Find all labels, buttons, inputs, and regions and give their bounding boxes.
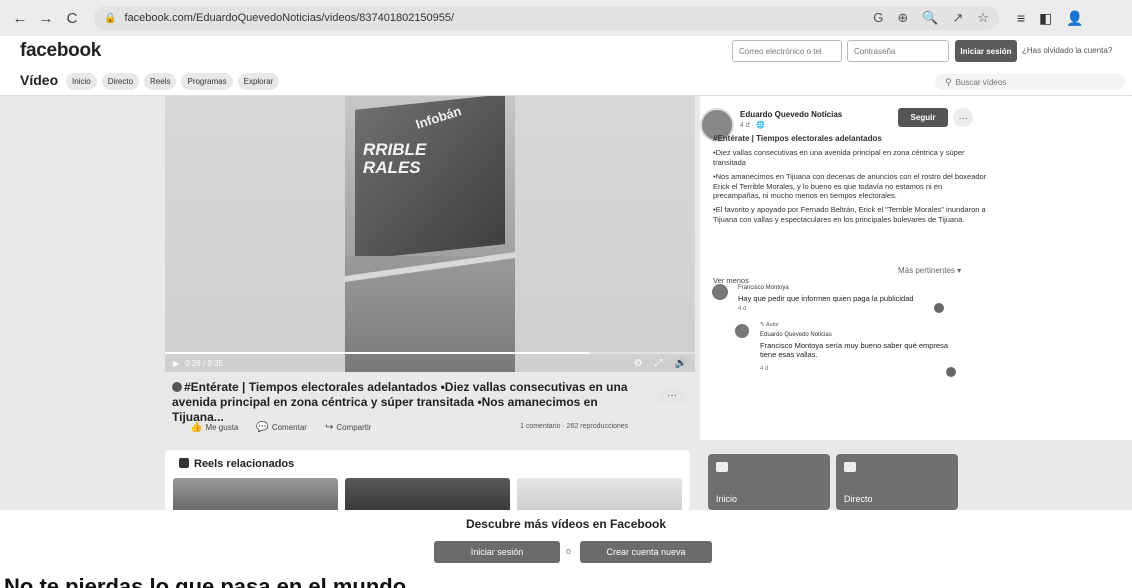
video-caption: #Entérate | Tiempos electorales adelanta… (172, 380, 652, 425)
related-reels-card: Reels relacionados (165, 450, 690, 510)
facebook-header: facebook Correo electrónico o tel Contra… (0, 36, 1132, 68)
reply-time: 4 d (760, 366, 769, 372)
post-actions: 👍 Me gusta 💬 Comentar ↪ Compartir (190, 422, 371, 433)
caption-bullet-icon (172, 382, 182, 392)
zoom-icon[interactable]: 🔍 (922, 10, 938, 26)
post-options-button[interactable]: ··· (953, 108, 973, 127)
caption-text: #Entérate | Tiempos electorales adelanta… (172, 380, 628, 424)
video-section-title: Vídeo (20, 72, 59, 88)
reaction-icon[interactable] (934, 303, 944, 313)
tab-explorar[interactable]: Explorar (237, 73, 280, 90)
password-field[interactable]: Contraseña (847, 40, 949, 62)
email-field[interactable]: Correo electrónico o tel (732, 40, 842, 62)
video-player[interactable]: Infobán RRIBLE RALES ▶ 0:28 / 0:35 ⚙ ⤢ 🔊 (165, 96, 695, 372)
cta-heading: Descubre más vídeos en Facebook (465, 517, 667, 531)
comment-icon: 💬 (256, 422, 269, 433)
forward-icon[interactable]: → (36, 8, 56, 28)
profile-icon[interactable]: 👤 (1066, 10, 1083, 27)
share-button[interactable]: ↪ Compartir (325, 422, 372, 433)
post-paragraph-3: •El favorito y apoyado por Fernado Beltr… (713, 205, 986, 224)
like-icon: 👍 (190, 422, 203, 433)
like-label: Me gusta (205, 423, 239, 432)
address-bar-icons: G ⊕ 🔍 ↗ ☆ (873, 10, 989, 26)
reply-avatar[interactable] (735, 324, 749, 338)
facebook-logo[interactable]: facebook (20, 40, 101, 62)
follow-button[interactable]: Seguir (898, 108, 948, 127)
cta-or-label: o (566, 546, 572, 556)
fullscreen-icon[interactable]: ⤢ (655, 358, 663, 369)
home-video-icon (716, 462, 728, 472)
reel-thumbnail[interactable] (517, 478, 682, 510)
url-text: facebook.com/EduardoQuevedoNoticias/vide… (124, 12, 455, 24)
tab-inicio[interactable]: Inicio (66, 73, 97, 90)
comment-time: 4 d (738, 306, 747, 312)
search-placeholder: Buscar vídeos (955, 77, 1007, 87)
create-account-button[interactable]: Crear cuenta nueva (580, 541, 712, 563)
post-text: #Entérate | Tiempos electorales adelanta… (713, 134, 988, 229)
play-icon[interactable]: ▶ (173, 359, 179, 368)
tile-label: Directo (844, 494, 873, 504)
reel-thumbnail[interactable] (345, 478, 510, 510)
share-arrow-icon: ↪ (324, 422, 334, 433)
reply-reaction-icon[interactable] (946, 367, 956, 377)
more-options-button[interactable]: ··· (658, 386, 686, 404)
post-stats: 1 comentario · 262 reproducciones (520, 423, 629, 430)
tab-directo[interactable]: Directo (101, 73, 140, 90)
comment-sort-dropdown[interactable]: Más pertinentes ▾ (898, 266, 961, 275)
login-button[interactable]: Iniciar sesión (955, 40, 1017, 62)
cut-off-heading: No te pierdas lo que pasa en el mundo (4, 574, 407, 588)
author-tag: ✎ Autor (760, 322, 779, 328)
sidepanel-icon[interactable]: ◧ (1039, 10, 1052, 27)
lock-icon: 🔒 (104, 12, 117, 24)
tab-reels[interactable]: Reels (144, 73, 177, 90)
tile-label: Inicio (716, 494, 738, 504)
reload-icon[interactable]: C (62, 8, 82, 28)
tab-programas[interactable]: Programas (181, 73, 233, 90)
video-navigation: Vídeo Inicio Directo Reels Programas Exp… (0, 68, 1132, 96)
commenter-name[interactable]: Francisco Montoya (738, 285, 789, 291)
live-icon (844, 462, 856, 472)
reply-text: Francisco Montoya sería muy bueno saber … (760, 341, 949, 360)
translate-icon[interactable]: G (873, 10, 883, 26)
video-frame: Infobán RRIBLE RALES (345, 96, 515, 372)
video-time: 0:28 / 0:35 (185, 358, 223, 368)
tile-inicio[interactable]: Inicio (708, 454, 830, 510)
share-label: Compartir (336, 423, 372, 432)
forgot-account-link[interactable]: ¿Has olvidado la cuenta? (1022, 46, 1112, 55)
cta-login-button[interactable]: Iniciar sesión (434, 541, 560, 563)
reply-author-name[interactable]: Eduardo Quevedo Noticias (760, 332, 832, 338)
reels-icon (179, 458, 189, 468)
post-meta: 4 d · 🌐 (740, 122, 765, 129)
post-headline: #Entérate | Tiempos electorales adelanta… (713, 134, 882, 143)
tile-directo[interactable]: Directo (836, 454, 958, 510)
comment-button[interactable]: 💬 Comentar (256, 422, 307, 433)
search-videos-input[interactable]: ⚲ Buscar vídeos (935, 74, 1125, 90)
address-bar[interactable]: 🔒 facebook.com/EduardoQuevedoNoticias/vi… (94, 6, 999, 30)
reels-title: Reels relacionados (179, 458, 294, 470)
volume-icon[interactable]: 🔊 (675, 358, 687, 369)
comment-text: Hay que pedir que informen quien paga la… (738, 294, 914, 303)
post-sidebar: Eduardo Quevedo Noticias 4 d · 🌐 Seguir … (700, 96, 1132, 440)
browser-toolbar: ← → C 🔒 facebook.com/EduardoQuevedoNotic… (0, 0, 1132, 36)
video-controls: ▶ 0:28 / 0:35 ⚙ ⤢ 🔊 (165, 354, 695, 372)
reel-thumbnail[interactable] (173, 478, 338, 510)
settings-gear-icon[interactable]: ⚙ (634, 358, 643, 369)
back-icon[interactable]: ← (10, 8, 30, 28)
post-paragraph-1: •Diez vallas consecutivas en una avenida… (713, 148, 965, 168)
bookmark-star-icon[interactable]: ☆ (977, 10, 989, 26)
comment-label: Comentar (271, 423, 307, 432)
install-icon[interactable]: ⊕ (897, 10, 908, 26)
reading-list-icon[interactable]: ≡ (1017, 10, 1025, 27)
search-icon: ⚲ (945, 76, 952, 87)
commenter-avatar[interactable] (712, 284, 728, 300)
billboard-text: RRIBLE RALES (363, 140, 427, 177)
like-button[interactable]: 👍 Me gusta (190, 422, 238, 433)
post-paragraph-2: •Nos amanecimos en Tijuana con decenas d… (713, 171, 987, 201)
globe-icon: 🌐 (755, 122, 765, 129)
author-name[interactable]: Eduardo Quevedo Noticias (740, 110, 842, 119)
share-icon[interactable]: ↗ (952, 10, 963, 26)
